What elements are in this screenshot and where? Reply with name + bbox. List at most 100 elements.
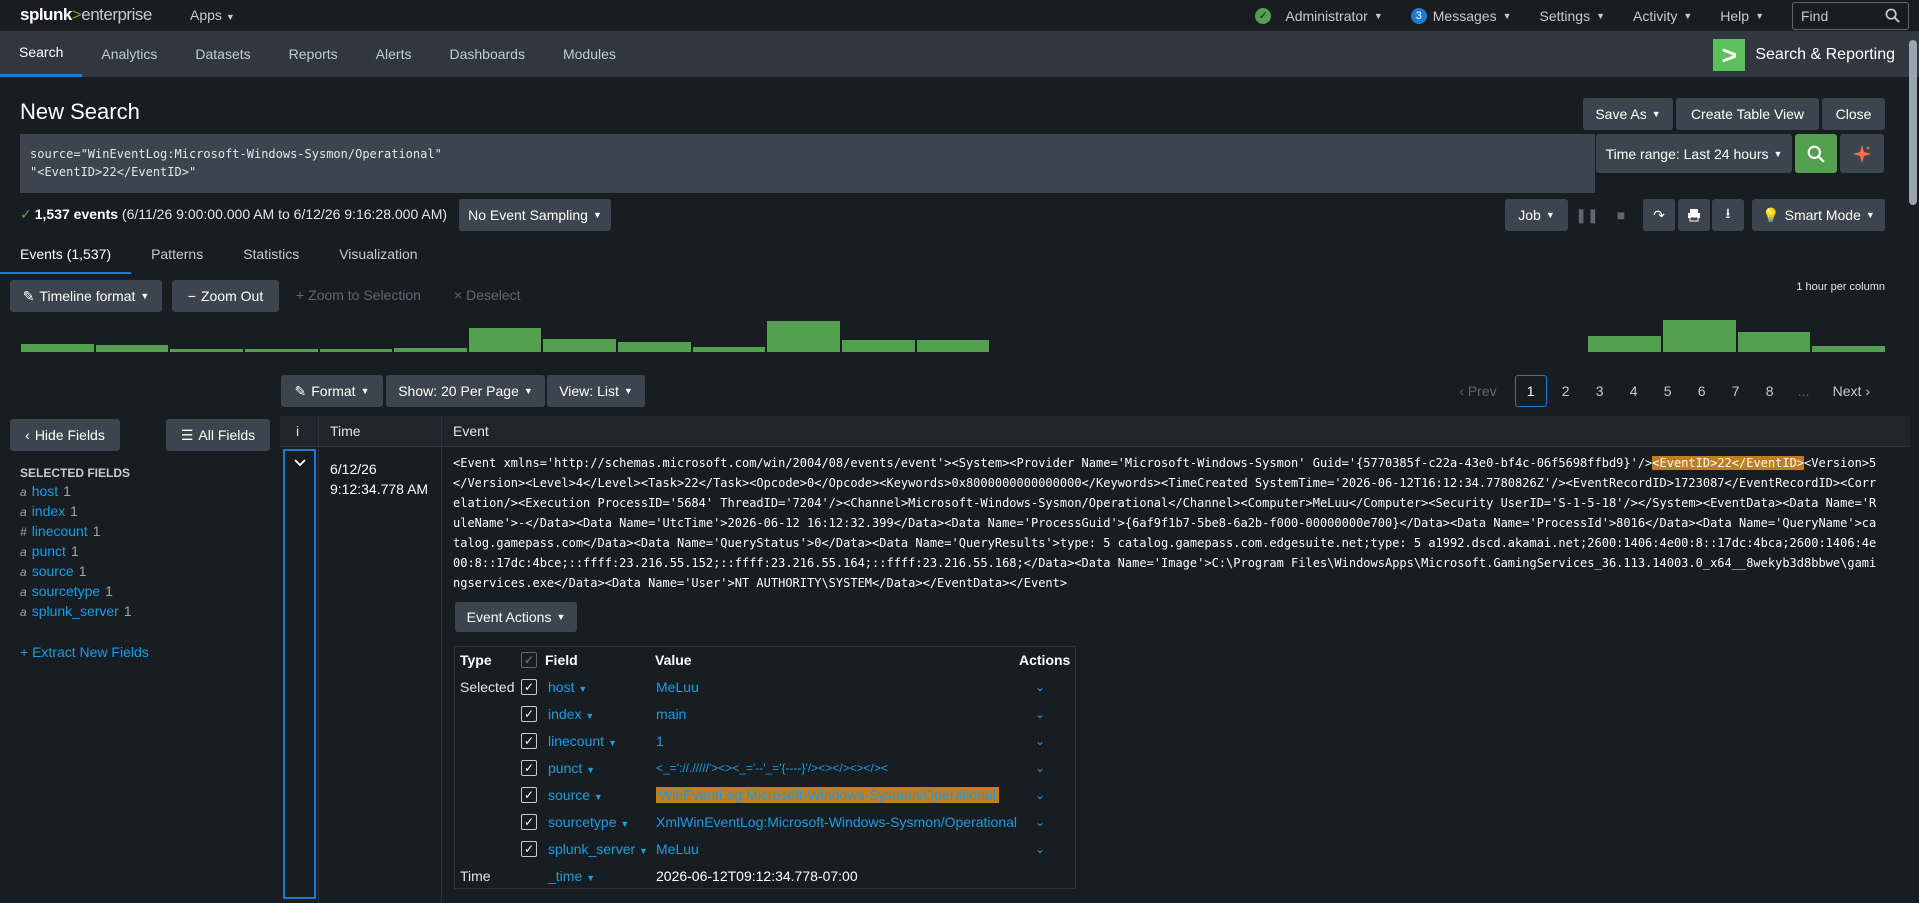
pause-button[interactable]: ❚❚ <box>1573 199 1601 231</box>
field-checkbox[interactable]: ✓ <box>521 679 537 695</box>
zoom-out-button[interactable]: − Zoom Out <box>172 280 279 312</box>
app-title[interactable]: > Search & Reporting <box>1713 39 1895 71</box>
chevron-down-icon[interactable]: ⌄ <box>1035 755 1045 782</box>
field-name-source[interactable]: source ▼ <box>548 782 603 811</box>
field-value-splunk_server[interactable]: MeLuu <box>656 836 699 863</box>
app-tab-search[interactable]: Search <box>0 31 83 77</box>
chevron-down-icon[interactable]: ⌄ <box>1035 674 1045 701</box>
health-ok-icon[interactable]: ✓ <box>1255 7 1272 24</box>
histogram-bar[interactable] <box>1588 336 1662 352</box>
field-name-index[interactable]: index ▼ <box>548 701 594 730</box>
print-button[interactable] <box>1678 199 1710 231</box>
search-query-input[interactable]: source="WinEventLog:Microsoft-Windows-Sy… <box>20 134 1595 193</box>
sidebar-field-source[interactable]: a source 1 <box>20 563 132 583</box>
sidebar-field-punct[interactable]: a punct 1 <box>20 543 132 563</box>
page-4-button[interactable]: 4 <box>1617 383 1651 399</box>
event-row-toggle[interactable] <box>283 449 316 899</box>
prev-page-button[interactable]: ‹ Prev <box>1459 383 1496 399</box>
field-checkbox[interactable]: ✓ <box>521 760 537 776</box>
page-scrollbar[interactable] <box>1909 40 1917 205</box>
save-as-button[interactable]: Save As ▼ <box>1583 98 1673 130</box>
histogram-bar[interactable] <box>95 345 169 352</box>
chevron-down-icon[interactable]: ⌄ <box>1035 701 1045 728</box>
histogram-bar[interactable] <box>170 348 243 352</box>
histogram-bar[interactable] <box>618 341 691 352</box>
field-value-punct[interactable]: <_='://./////'><><_='--'_='{----}'/><></… <box>656 755 888 782</box>
next-page-button[interactable]: Next › <box>1833 383 1870 399</box>
chevron-down-icon[interactable]: ⌄ <box>1035 728 1045 755</box>
sidebar-field-host[interactable]: a host 1 <box>20 483 132 503</box>
chevron-down-icon[interactable]: ⌄ <box>1035 809 1045 836</box>
app-tab-alerts[interactable]: Alerts <box>357 31 431 77</box>
field-checkbox[interactable]: ✓ <box>521 706 537 722</box>
histogram-bar[interactable] <box>543 339 617 352</box>
histogram-bar[interactable] <box>1812 345 1885 352</box>
field-value-sourcetype[interactable]: XmlWinEventLog:Microsoft-Windows-Sysmon/… <box>656 809 1017 836</box>
timeline-format-dropdown[interactable]: ✎ Timeline format ▼ <box>10 280 162 312</box>
sidebar-field-sourcetype[interactable]: a sourcetype 1 <box>20 583 132 603</box>
page-2-button[interactable]: 2 <box>1549 383 1583 399</box>
close-button[interactable]: Close <box>1822 98 1885 130</box>
field-checkbox[interactable]: ✓ <box>521 814 537 830</box>
result-tab-events[interactable]: Events (1,537) <box>0 240 132 274</box>
field-value-host[interactable]: MeLuu <box>656 674 699 701</box>
histogram-bar[interactable] <box>692 346 766 352</box>
field-checkbox[interactable]: ✓ <box>521 733 537 749</box>
field-name-host[interactable]: host ▼ <box>548 674 587 703</box>
hide-fields-button[interactable]: ‹ Hide Fields <box>10 419 120 451</box>
histogram-bar[interactable] <box>21 343 94 352</box>
histogram-bar[interactable] <box>916 340 990 352</box>
search-button[interactable] <box>1795 134 1837 173</box>
zoom-to-selection-button[interactable]: + Zoom to Selection <box>296 287 421 303</box>
histogram-bar[interactable] <box>842 340 915 352</box>
histogram-bar[interactable] <box>1737 331 1811 352</box>
share-button[interactable]: ↷ <box>1643 199 1675 231</box>
field-checkbox[interactable]: ✓ <box>521 787 537 803</box>
extract-new-fields-link[interactable]: + Extract New Fields <box>20 644 149 660</box>
chevron-down-icon[interactable]: ⌄ <box>1035 836 1045 863</box>
search-mode-dropdown[interactable]: 💡 Smart Mode ▼ <box>1752 199 1885 231</box>
activity-menu[interactable]: Activity ▼ <box>1633 8 1692 24</box>
app-tab-analytics[interactable]: Analytics <box>82 31 176 77</box>
page-1-button[interactable]: 1 <box>1514 375 1547 407</box>
app-tab-reports[interactable]: Reports <box>270 31 357 77</box>
ai-assistant-button[interactable] <box>1840 134 1884 173</box>
page-5-button[interactable]: 5 <box>1651 383 1685 399</box>
page-3-button[interactable]: 3 <box>1583 383 1617 399</box>
event-sampling-dropdown[interactable]: No Event Sampling ▼ <box>459 199 611 231</box>
event-actions-button[interactable]: Event Actions ▼ <box>455 602 577 632</box>
histogram-bar[interactable] <box>394 347 467 352</box>
col-info[interactable]: i <box>296 416 299 447</box>
create-table-view-button[interactable]: Create Table View <box>1676 98 1819 130</box>
app-tab-modules[interactable]: Modules <box>544 31 635 77</box>
job-menu[interactable]: Job ▼ <box>1505 199 1568 231</box>
col-time[interactable]: Time <box>330 416 361 447</box>
field-value-source[interactable]: WinEventLog:Microsoft-Windows-Sysmon/Ope… <box>656 782 999 809</box>
sidebar-field-linecount[interactable]: # linecount 1 <box>20 523 132 543</box>
app-tab-dashboards[interactable]: Dashboards <box>430 31 544 77</box>
raw-event-text[interactable]: <Event xmlns='http://schemas.microsoft.c… <box>453 453 1883 593</box>
field-name-splunk_server[interactable]: splunk_server ▼ <box>548 836 648 865</box>
time-range-picker[interactable]: Time range: Last 24 hours ▼ <box>1596 134 1792 173</box>
help-menu[interactable]: Help ▼ <box>1720 8 1764 24</box>
page-6-button[interactable]: 6 <box>1685 383 1719 399</box>
result-tab-visualization[interactable]: Visualization <box>319 240 437 274</box>
result-tab-statistics[interactable]: Statistics <box>223 240 319 274</box>
page-8-button[interactable]: 8 <box>1753 383 1787 399</box>
col-event[interactable]: Event <box>453 416 489 447</box>
field-name-sourcetype[interactable]: sourcetype ▼ <box>548 809 629 838</box>
find-input[interactable]: Find <box>1792 1 1909 30</box>
field-value-index[interactable]: main <box>656 701 686 728</box>
time-field-name[interactable]: _time ▼ <box>548 863 595 892</box>
chevron-down-icon[interactable]: ⌄ <box>1035 782 1045 809</box>
histogram-bar[interactable] <box>1663 319 1736 352</box>
page-7-button[interactable]: 7 <box>1719 383 1753 399</box>
deselect-button[interactable]: × Deselect <box>454 287 521 303</box>
timeline-histogram[interactable] <box>20 318 1886 352</box>
result-tab-patterns[interactable]: Patterns <box>131 240 223 274</box>
field-name-linecount[interactable]: linecount ▼ <box>548 728 617 757</box>
field-name-punct[interactable]: punct ▼ <box>548 755 595 784</box>
field-checkbox[interactable]: ✓ <box>521 841 537 857</box>
histogram-bar[interactable] <box>244 349 318 352</box>
splunk-logo[interactable]: splunk>enterprise <box>20 5 152 25</box>
